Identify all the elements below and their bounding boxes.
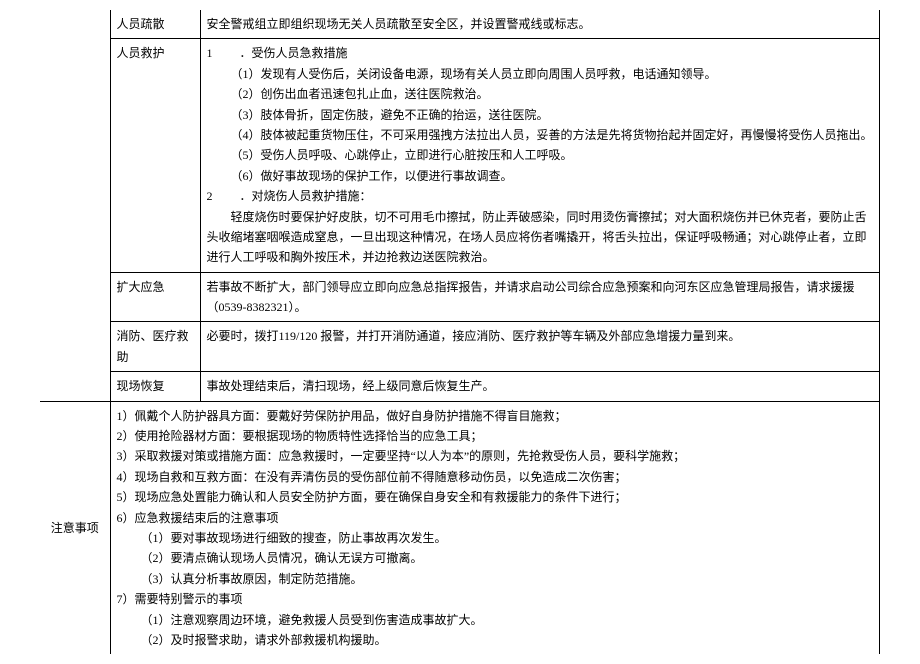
row-content-recover: 事故处理结束后，清扫现场，经上级同意后恢复生产。 — [200, 372, 880, 401]
notes-6-2: （2）要清点确认现场人员情况，确认无误方可撤离。 — [117, 548, 874, 568]
notes-1: 1）佩戴个人防护器具方面：要戴好劳保防护用品，做好自身防护措施不得盲目施救； — [117, 406, 874, 426]
notes-7-1: （1）注意观察周边环境，避免救援人员受到伤害造成事故扩大。 — [117, 610, 874, 630]
rescue-h2: 2 ．对烧伤人员救护措施： — [207, 186, 874, 206]
notes-5: 5）现场应急处置能力确认和人员安全防护方面，要在确保自身安全和有救援能力的条件下… — [117, 487, 874, 507]
rescue-h1: 1 ．受伤人员急救措施 — [207, 43, 874, 63]
left-header-blank — [40, 10, 110, 401]
row-label-recover: 现场恢复 — [110, 372, 200, 401]
row-label-escalate: 扩大应急 — [110, 272, 200, 322]
rescue-h1-4: （4）肢体被起重货物压住，不可采用强拽方法拉出人员，妥善的方法是先将货物抬起并固… — [207, 125, 874, 145]
row-content-notes: 1）佩戴个人防护器具方面：要戴好劳保防护用品，做好自身防护措施不得盲目施救； 2… — [110, 401, 880, 654]
notes-6: 6）应急救援结束后的注意事项 — [117, 508, 874, 528]
procedure-table: 人员疏散 安全警戒组立即组织现场无关人员疏散至安全区，并设置警戒线或标志。 人员… — [40, 10, 880, 654]
row-content-fire: 必要时，拨打119/120 报警，并打开消防通道，接应消防、医疗救护等车辆及外部… — [200, 322, 880, 372]
notes-6-1: （1）要对事故现场进行细致的搜查，防止事故再次发生。 — [117, 528, 874, 548]
row-label-rescue: 人员救护 — [110, 39, 200, 272]
row-content-rescue: 1 ．受伤人员急救措施 （1）发现有人受伤后，关闭设备电源，现场有关人员立即向周… — [200, 39, 880, 272]
rescue-h1-5: （5）受伤人员呼吸、心跳停止，立即进行心脏按压和人工呼吸。 — [207, 145, 874, 165]
rescue-h1-2: （2）创伤出血者迅速包扎止血，送往医院救治。 — [207, 84, 874, 104]
notes-3: 3）采取救援对策或措施方面：应急救援时，一定要坚持“以人为本”的原则，先抢救受伤… — [117, 446, 874, 466]
rescue-h1-1: （1）发现有人受伤后，关闭设备电源，现场有关人员立即向周围人员呼救，电话通知领导… — [207, 64, 874, 84]
notes-2: 2）使用抢险器材方面：要根据现场的物质特性选择恰当的应急工具； — [117, 426, 874, 446]
row-content-escalate: 若事故不断扩大，部门领导应立即向应急总指挥报告，并请求启动公司综合应急预案和向河… — [200, 272, 880, 322]
notes-7-2: （2）及时报警求助，请求外部救援机构援助。 — [117, 630, 874, 650]
rescue-h2-1: 轻度烧伤时要保护好皮肤，切不可用毛巾擦拭，防止弄破感染，同时用烫伤膏擦拭；对大面… — [207, 207, 874, 268]
row-label-evacuation: 人员疏散 — [110, 10, 200, 39]
notes-4: 4）现场自救和互救方面：在没有弄清伤员的受伤部位前不得随意移动伤员，以免造成二次… — [117, 467, 874, 487]
row-label-fire: 消防、医疗救助 — [110, 322, 200, 372]
notes-7: 7）需要特别警示的事项 — [117, 589, 874, 609]
rescue-h1-3: （3）肢体骨折，固定伤肢，避免不正确的抬运，送往医院。 — [207, 105, 874, 125]
notes-6-3: （3）认真分析事故原因，制定防范措施。 — [117, 569, 874, 589]
row-content-evacuation: 安全警戒组立即组织现场无关人员疏散至安全区，并设置警戒线或标志。 — [200, 10, 880, 39]
rescue-h1-6: （6）做好事故现场的保护工作，以便进行事故调查。 — [207, 166, 874, 186]
row-label-notes: 注意事项 — [40, 401, 110, 654]
